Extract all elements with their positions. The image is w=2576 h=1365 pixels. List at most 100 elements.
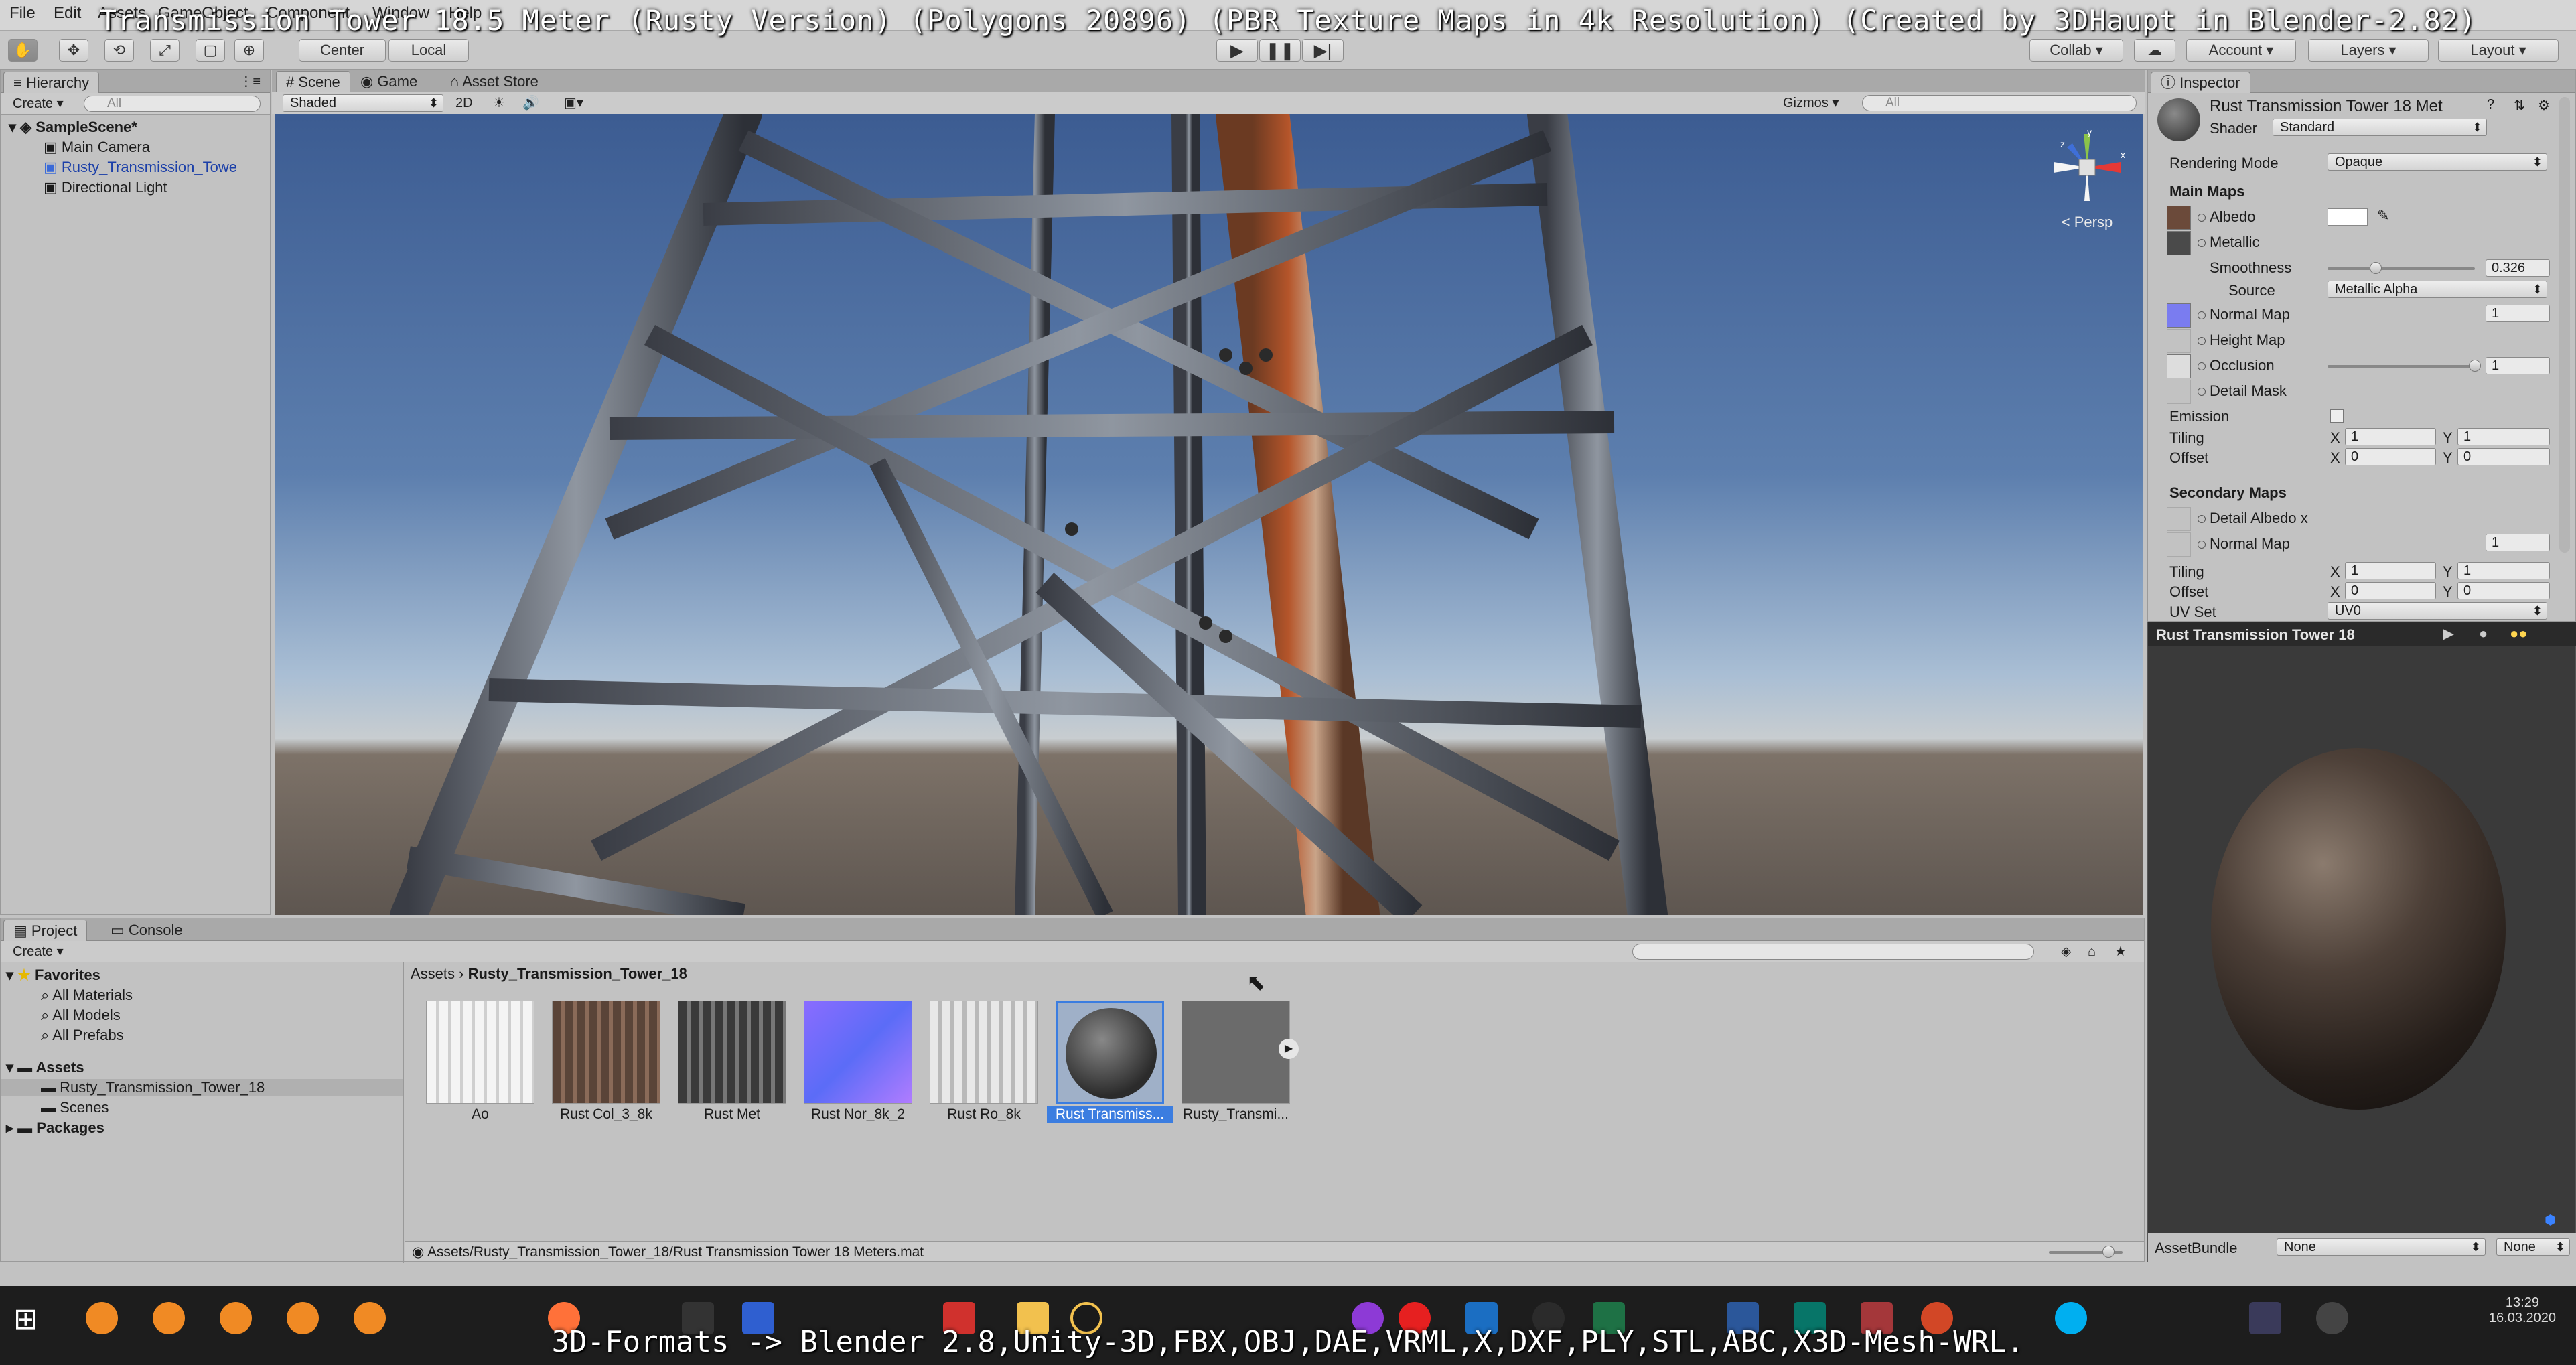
audio-toggle-icon[interactable]: 🔊: [516, 95, 546, 111]
albedo-texture-slot[interactable]: [2167, 206, 2191, 230]
sec-tiling-x-field[interactable]: 1: [2345, 562, 2436, 579]
effects-toggle-icon[interactable]: ▣▾: [557, 95, 590, 111]
pause-button[interactable]: ❚❚: [1259, 39, 1301, 62]
inspector-scrollbar[interactable]: [2559, 97, 2570, 553]
scene-root[interactable]: ▾ ◈ SampleScene*: [9, 119, 137, 136]
material-preview-sphere[interactable]: [2211, 748, 2506, 1110]
rendering-mode-dropdown[interactable]: Opaque: [2328, 153, 2547, 171]
favorite-all-materials[interactable]: ⌕ All Materials: [41, 987, 133, 1004]
normal-scale-field[interactable]: 1: [2486, 305, 2550, 322]
preset-icon[interactable]: ⇅: [2514, 97, 2525, 114]
source-dropdown[interactable]: Metallic Alpha: [2328, 281, 2547, 298]
asset-roughness-texture[interactable]: [930, 1001, 1038, 1104]
collab-button[interactable]: Collab ▾: [2029, 39, 2123, 62]
transform-tool-button[interactable]: ⊕: [234, 39, 264, 62]
asset-material[interactable]: [1056, 1001, 1164, 1104]
tab-game[interactable]: ◉ Game: [351, 71, 427, 92]
step-button[interactable]: ▶|: [1302, 39, 1344, 62]
filter-label-icon[interactable]: ⌂: [2081, 944, 2102, 960]
assets-node[interactable]: ▾ ▬ Assets: [6, 1059, 84, 1076]
sec-offset-x-field[interactable]: 0: [2345, 582, 2436, 599]
tab-asset-store[interactable]: ⌂ Asset Store: [441, 71, 548, 92]
icon-size-slider-handle[interactable]: [2102, 1246, 2115, 1258]
scene-viewport[interactable]: y x z < Persp: [275, 114, 2143, 915]
gizmos-dropdown[interactable]: Gizmos ▾: [1776, 95, 1845, 111]
projection-label[interactable]: < Persp: [2047, 214, 2127, 231]
filter-type-icon[interactable]: ◈: [2054, 944, 2078, 960]
gear-icon[interactable]: ⚙: [2538, 97, 2550, 114]
occlusion-texture-slot[interactable]: [2167, 354, 2191, 378]
pivot-center-button[interactable]: Center: [299, 39, 386, 62]
metallic-texture-slot[interactable]: [2167, 231, 2191, 255]
move-tool-button[interactable]: ✥: [59, 39, 88, 62]
preview-mesh-icon[interactable]: ●: [2479, 625, 2488, 642]
offset-y-field[interactable]: 0: [2457, 448, 2550, 465]
project-create-button[interactable]: Create ▾: [6, 944, 70, 960]
smoothness-slider[interactable]: [2328, 267, 2475, 270]
hierarchy-search-input[interactable]: All: [84, 96, 261, 112]
detail-albedo-texture-slot[interactable]: [2167, 507, 2191, 531]
preview-light-icon[interactable]: ●●: [2510, 625, 2528, 642]
hierarchy-item-tower[interactable]: ▣ Rusty_Transmission_Towe: [44, 159, 237, 176]
normal-map-texture-slot[interactable]: [2167, 303, 2191, 328]
occlusion-slider-handle[interactable]: [2469, 360, 2481, 372]
favorite-star-icon[interactable]: ★: [2108, 944, 2133, 960]
secondary-normal-texture-slot[interactable]: [2167, 532, 2191, 557]
eyedropper-icon[interactable]: ✎: [2377, 207, 2389, 224]
preview-resize-icon[interactable]: ⬢: [2545, 1212, 2556, 1228]
system-clock[interactable]: 13:29 16.03.2020: [2489, 1295, 2556, 1326]
assetbundle-variant-dropdown[interactable]: None: [2496, 1238, 2570, 1256]
asset-model[interactable]: ▶: [1182, 1001, 1299, 1104]
lighting-toggle-icon[interactable]: ☀: [486, 95, 512, 111]
scale-tool-button[interactable]: ⤢: [150, 39, 180, 62]
folder-scenes[interactable]: ▬ Scenes: [41, 1099, 109, 1117]
favorite-all-prefabs[interactable]: ⌕ All Prefabs: [41, 1027, 124, 1044]
pivot-local-button[interactable]: Local: [388, 39, 469, 62]
hierarchy-create-button[interactable]: Create ▾: [6, 96, 70, 112]
hierarchy-item-light[interactable]: ▣ Directional Light: [44, 179, 167, 196]
shader-dropdown[interactable]: Standard: [2273, 119, 2487, 136]
tab-console[interactable]: ▭ Console: [101, 920, 192, 941]
expand-prefab-icon[interactable]: ▶: [1279, 1039, 1299, 1059]
asset-normal-texture[interactable]: [804, 1001, 912, 1104]
cloud-button[interactable]: ☁: [2134, 39, 2175, 62]
breadcrumb-folder[interactable]: Rusty_Transmission_Tower_18: [468, 965, 687, 982]
shading-mode-dropdown[interactable]: Shaded: [283, 94, 443, 112]
tab-project[interactable]: ▤ Project: [3, 920, 88, 941]
layout-dropdown[interactable]: Layout ▾: [2438, 39, 2559, 62]
account-dropdown[interactable]: Account ▾: [2186, 39, 2296, 62]
tab-hierarchy[interactable]: ≡ Hierarchy: [3, 72, 100, 93]
offset-x-field[interactable]: 0: [2345, 448, 2436, 465]
breadcrumb-assets[interactable]: Assets: [411, 965, 455, 982]
packages-node[interactable]: ▸ ▬ Packages: [6, 1119, 104, 1137]
tiling-x-field[interactable]: 1: [2345, 428, 2436, 445]
occlusion-field[interactable]: 1: [2486, 357, 2550, 374]
favorite-all-models[interactable]: ⌕ All Models: [41, 1007, 121, 1024]
detail-mask-texture-slot[interactable]: [2167, 380, 2191, 404]
project-search-input[interactable]: [1632, 944, 2034, 960]
2d-toggle[interactable]: 2D: [449, 95, 480, 111]
panel-menu-icon[interactable]: ⋮≡: [239, 73, 261, 90]
emission-checkbox[interactable]: [2330, 409, 2344, 423]
occlusion-slider[interactable]: [2328, 365, 2475, 368]
albedo-color-swatch[interactable]: [2328, 208, 2368, 226]
tab-scene[interactable]: # Scene: [276, 71, 350, 92]
smoothness-slider-handle[interactable]: [2369, 262, 2382, 274]
asset-color-texture[interactable]: [552, 1001, 660, 1104]
tiling-y-field[interactable]: 1: [2457, 428, 2550, 445]
help-icon[interactable]: ?: [2487, 97, 2494, 113]
preview-play-icon[interactable]: ▶: [2443, 625, 2454, 642]
scene-search-input[interactable]: All: [1862, 95, 2137, 111]
orientation-gizmo[interactable]: y x z < Persp: [2047, 127, 2127, 231]
sec-offset-y-field[interactable]: 0: [2457, 582, 2550, 599]
favorites-node[interactable]: ▾ ★ Favorites: [6, 966, 100, 984]
folder-rusty-tower[interactable]: ▬ Rusty_Transmission_Tower_18: [1, 1079, 403, 1096]
smoothness-field[interactable]: 0.326: [2486, 259, 2550, 277]
tab-inspector[interactable]: ⓘ Inspector: [2151, 72, 2250, 93]
layers-dropdown[interactable]: Layers ▾: [2308, 39, 2429, 62]
rotate-tool-button[interactable]: ⟲: [104, 39, 134, 62]
rect-tool-button[interactable]: ▢: [196, 39, 225, 62]
assetbundle-dropdown[interactable]: None: [2277, 1238, 2486, 1256]
height-map-texture-slot[interactable]: [2167, 329, 2191, 353]
secondary-normal-field[interactable]: 1: [2486, 534, 2550, 551]
